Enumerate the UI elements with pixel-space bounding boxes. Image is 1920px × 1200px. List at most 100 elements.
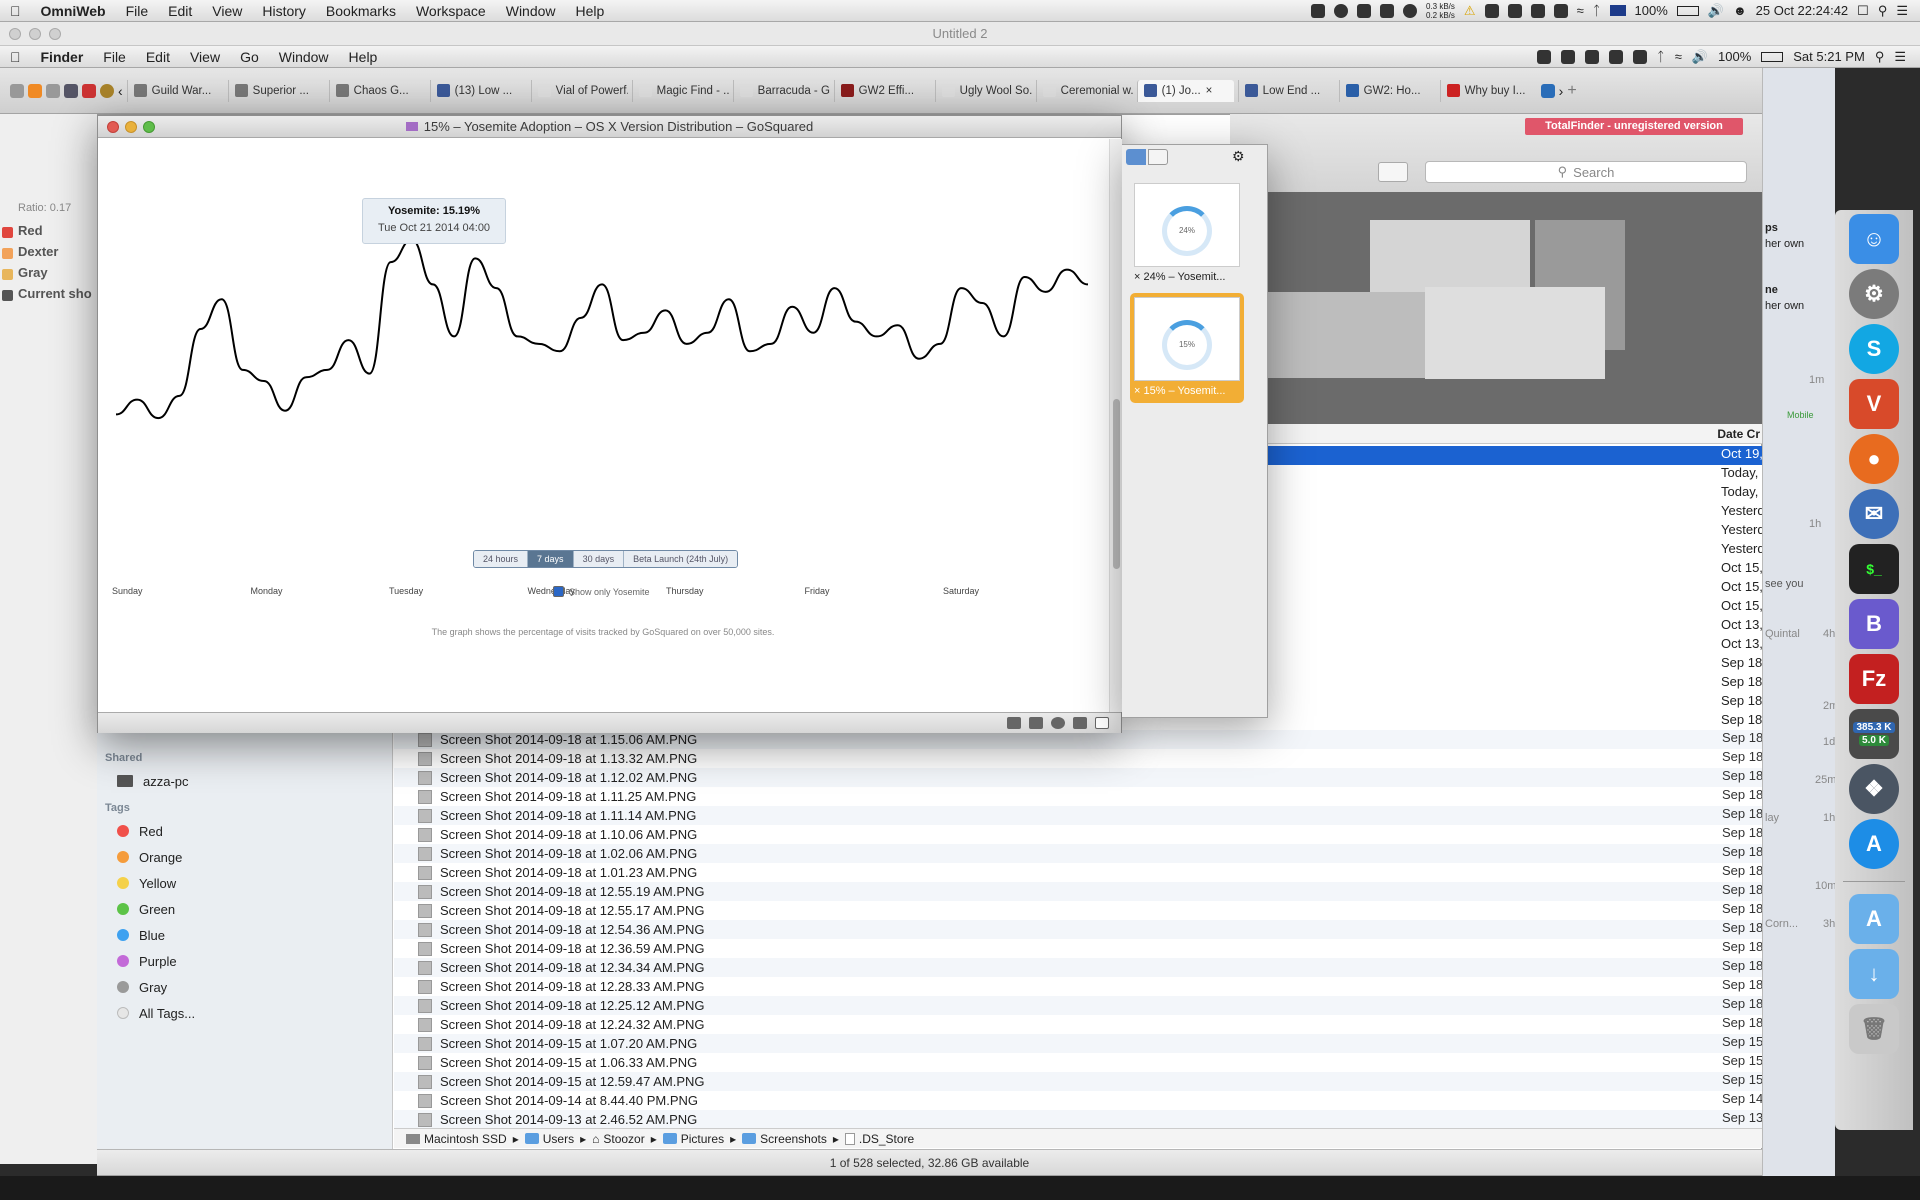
date-cell[interactable]: Sep 18 (1265, 655, 1762, 674)
tab[interactable]: Ugly Wool So... (934, 79, 1032, 102)
tab-thumbnail[interactable]: 24% × 24% – Yosemit... (1130, 179, 1244, 289)
menu-view[interactable]: View (202, 3, 252, 19)
date-cell[interactable]: Oct 15, (1265, 579, 1762, 598)
menu-view[interactable]: View (180, 49, 230, 65)
path-segment[interactable]: Macintosh SSD (406, 1132, 507, 1146)
menu-help[interactable]: Help (339, 49, 388, 65)
menu-history[interactable]: History (252, 3, 316, 19)
left-list-item[interactable]: Red (0, 223, 100, 244)
applications-folder-icon[interactable]: A (1849, 894, 1899, 944)
spotlight-icon[interactable]: ⚲ (1878, 3, 1888, 19)
menu-extra-icon[interactable] (1632, 49, 1647, 64)
tab[interactable]: Magic Find - ... (631, 79, 729, 102)
chatter-icon[interactable]: ❖ (1849, 764, 1899, 814)
checkbox-icon[interactable] (553, 586, 564, 597)
menu-window[interactable]: Window (269, 49, 339, 65)
tab[interactable]: Barracuda - G... (732, 79, 830, 102)
spotlight-icon[interactable]: ⚲ (1875, 49, 1885, 65)
bluetooth-icon[interactable]: ᛏ (1657, 49, 1665, 64)
clock[interactable]: 25 Oct 22:24:42 (1756, 3, 1849, 18)
tab[interactable]: (13) Low ... (429, 79, 527, 102)
bluetooth-icon[interactable]: ᛏ (1593, 3, 1601, 18)
new-tab-icon[interactable]: + (1567, 82, 1576, 100)
vertical-scrollbar[interactable] (1109, 139, 1122, 712)
zoom-button[interactable] (49, 28, 61, 40)
zoom-button[interactable] (143, 121, 155, 133)
firefox-icon[interactable]: ● (1849, 434, 1899, 484)
battery-icon[interactable] (1676, 5, 1699, 16)
menu-extra-icon[interactable] (1584, 49, 1599, 64)
menu-window[interactable]: Window (496, 3, 566, 19)
edit-icon[interactable] (1073, 717, 1087, 729)
bookmark-icon[interactable] (82, 83, 96, 98)
date-cell[interactable]: Today, (1265, 465, 1762, 484)
tab-favicon-icon[interactable] (1540, 83, 1555, 98)
date-cell[interactable]: Oct 15, (1265, 560, 1762, 579)
terminal-icon[interactable]: $_ (1849, 544, 1899, 594)
guild-icon[interactable] (64, 83, 78, 98)
range-button-beta[interactable]: Beta Launch (24th July) (624, 551, 738, 567)
close-button[interactable] (107, 121, 119, 133)
path-segment[interactable]: Screenshots (742, 1132, 827, 1146)
date-cell[interactable]: Yesterd (1265, 522, 1762, 541)
volume-icon[interactable]: 🔊 (1708, 3, 1724, 19)
lock-icon[interactable]: ☐ (1857, 3, 1869, 19)
dropbox-icon[interactable] (1536, 49, 1551, 64)
battery-icon[interactable] (1761, 51, 1784, 62)
cover-flow-preview[interactable] (1265, 192, 1762, 424)
close-button[interactable] (9, 28, 21, 40)
menu-help[interactable]: Help (566, 3, 615, 19)
grid-view-icon[interactable] (1126, 149, 1146, 165)
keyboard-icon[interactable] (1007, 717, 1021, 729)
finder-app-menu[interactable]: Finder (31, 49, 94, 65)
page-icon[interactable] (1095, 717, 1109, 729)
clock[interactable]: Sat 5:21 PM (1793, 49, 1865, 64)
menu-extra-icon[interactable] (1608, 49, 1623, 64)
globe-icon[interactable] (1051, 717, 1065, 729)
chevron-left-icon[interactable]: ‹ (118, 83, 123, 99)
vivaldi-icon[interactable]: V (1849, 379, 1899, 429)
range-button-24h[interactable]: 24 hours (474, 551, 529, 567)
tab-active[interactable]: (1) Jo... × (1136, 79, 1234, 102)
menu-extra-icon[interactable] (1484, 3, 1499, 18)
date-cell[interactable]: Oct 13, (1265, 617, 1762, 636)
app-store-icon[interactable]: A (1849, 819, 1899, 869)
minimize-button[interactable] (29, 28, 41, 40)
tab-overview-icon[interactable] (46, 83, 60, 98)
list-view-icon[interactable] (1148, 149, 1168, 165)
date-cell[interactable]: Yesterd (1265, 541, 1762, 560)
date-cell[interactable]: Oct 13, (1265, 636, 1762, 655)
menu-edit[interactable]: Edit (136, 49, 180, 65)
finder-icon[interactable]: ☺ (1849, 214, 1899, 264)
dropbox-toolbar-icon[interactable] (1378, 162, 1408, 182)
show-only-yosemite-checkbox[interactable]: Show only Yosemite (553, 586, 650, 597)
menu-edit[interactable]: Edit (158, 3, 202, 19)
left-list-item[interactable]: Current sho (0, 286, 100, 307)
tab[interactable]: Why buy I... (1439, 79, 1537, 102)
menu-extra-icon[interactable] (1380, 3, 1394, 18)
wifi-icon[interactable]: ≈ (1675, 49, 1682, 64)
scrollbar-thumb[interactable] (1113, 399, 1120, 569)
tab[interactable]: Vial of Powerf... (530, 79, 628, 102)
volume-icon[interactable]: 🔊 (1692, 49, 1708, 65)
totalfinder-badge[interactable]: TotalFinder - unregistered version (1525, 118, 1743, 135)
lock-icon[interactable] (1029, 717, 1043, 729)
date-cell[interactable]: Sep 18 (1265, 674, 1762, 693)
warning-icon[interactable]: ⚠ (1464, 3, 1476, 19)
tab-overview-icon[interactable] (10, 83, 24, 98)
app-menu[interactable]: OmniWeb (31, 3, 116, 19)
path-segment[interactable]: .DS_Store (844, 1132, 914, 1146)
wifi-icon[interactable]: ≈ (1577, 3, 1584, 18)
coin-icon[interactable] (100, 83, 114, 98)
date-cell[interactable]: Oct 15, (1265, 598, 1762, 617)
flag-icon[interactable] (1609, 5, 1626, 16)
downloads-folder-icon[interactable]: ↓ (1849, 949, 1899, 999)
menu-file[interactable]: File (93, 49, 136, 65)
menu-extra-icon[interactable] (1560, 49, 1575, 64)
menu-workspace[interactable]: Workspace (406, 3, 496, 19)
menu-bookmarks[interactable]: Bookmarks (316, 3, 406, 19)
path-segment[interactable]: Users (524, 1132, 574, 1146)
apple-menu-icon[interactable]:  (0, 3, 31, 19)
rss-icon[interactable] (28, 83, 42, 98)
date-cell[interactable]: Today, (1265, 484, 1762, 503)
